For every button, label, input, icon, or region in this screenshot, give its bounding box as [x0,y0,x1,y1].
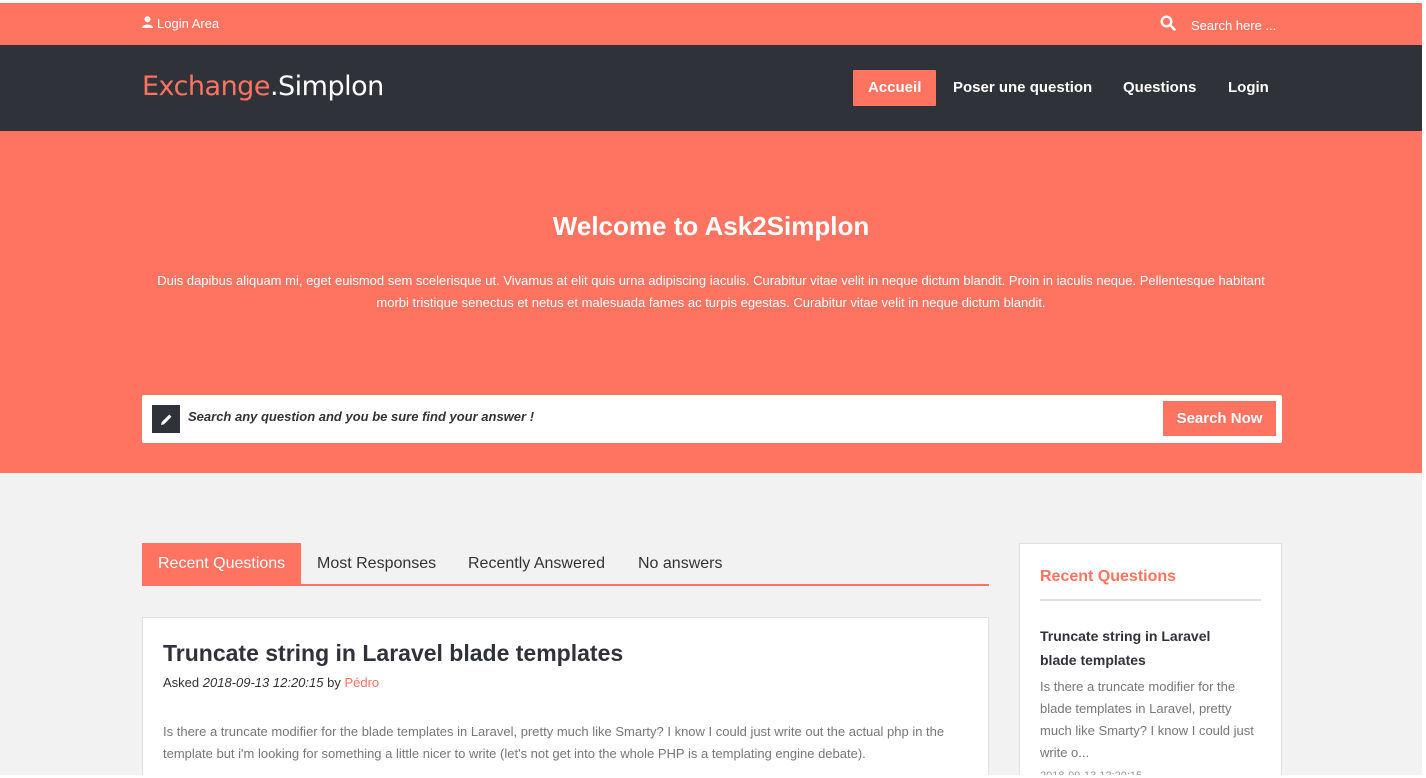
sidebar-recent-questions: Recent Questions Truncate string in Lara… [1019,543,1282,778]
top-search-input[interactable] [1191,18,1301,33]
sidebar-question-title[interactable]: Truncate string in Laravel blade templat… [1040,624,1240,672]
nav-questions[interactable]: Questions [1123,70,1196,106]
asked-label: Asked [163,675,200,690]
by-label: by [327,675,341,690]
question-search-box: Search Now [142,395,1282,443]
main-navbar: Exchange.Simplon Accueil Poser une quest… [0,45,1422,131]
tab-no-answers[interactable]: No answers [638,543,722,584]
pencil-icon [152,405,180,433]
login-area-label: Login Area [157,16,220,31]
question-title[interactable]: Truncate string in Laravel blade templat… [163,640,623,667]
top-bar: Login Area [0,3,1422,45]
question-author-link[interactable]: Pédro [344,675,379,690]
question-date: 2018-09-13 12:20:15 [202,675,324,690]
sidebar-title: Recent Questions [1040,568,1177,585]
question-card: Truncate string in Laravel blade templat… [142,617,989,778]
brand-logo[interactable]: Exchange.Simplon [142,71,384,102]
tab-recent-questions[interactable]: Recent Questions [142,543,302,584]
brand-part-exchange: Exchange [142,71,270,102]
top-search [1160,15,1301,36]
hero-section: Welcome to Ask2Simplon Duis dapibus aliq… [0,131,1422,473]
question-tabs: Recent Questions Most Responses Recently… [142,543,989,586]
search-icon[interactable] [1160,15,1191,36]
question-meta: Asked 2018-09-13 12:20:15 by Pédro [163,675,379,690]
question-search-input[interactable] [188,409,1088,424]
window-right-edge [1422,0,1426,778]
hero-title: Welcome to Ask2Simplon [552,211,870,241]
sidebar-divider [1040,599,1261,601]
nav-poser-une-question[interactable]: Poser une question [953,70,1092,106]
tab-recently-answered[interactable]: Recently Answered [468,543,605,584]
nav-login[interactable]: Login [1228,70,1269,106]
question-excerpt: Is there a truncate modifier for the bla… [163,724,945,761]
sidebar-question-excerpt: Is there a truncate modifier for the bla… [1040,679,1254,760]
brand-part-simplon: .Simplon [269,71,384,102]
nav-accueil[interactable]: Accueil [853,70,937,106]
hero-description: Duis dapibus aliquam mi, eget euismod se… [157,273,1265,310]
search-now-button[interactable]: Search Now [1163,401,1276,436]
user-icon [142,16,157,31]
login-area-link[interactable]: Login Area [142,16,219,31]
tab-most-responses[interactable]: Most Responses [317,543,436,584]
